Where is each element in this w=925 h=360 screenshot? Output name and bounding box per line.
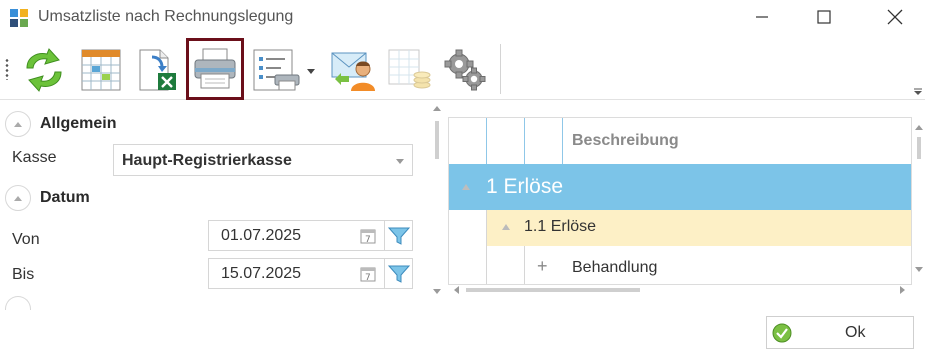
export-excel-button[interactable] (131, 42, 183, 98)
settings-button[interactable] (439, 42, 491, 98)
print-button[interactable] (186, 38, 244, 100)
group-row-level2[interactable]: 1.1 Erlöse (487, 210, 911, 246)
indent-guide (524, 246, 525, 284)
result-grid: Beschreibung 1 Erlöse 1.1 Erlöse + Behan… (448, 117, 912, 285)
grid-horizontal-scrollbar[interactable] (448, 283, 912, 297)
column-header-beschreibung[interactable]: Beschreibung (572, 132, 679, 150)
close-icon (887, 9, 903, 25)
section-date-label: Datum (40, 189, 90, 206)
toolbar (0, 38, 925, 100)
toolbar-grip[interactable] (5, 58, 9, 80)
collapse-next-button[interactable] (5, 296, 31, 310)
checkmark-icon (772, 323, 792, 343)
maximize-icon (817, 10, 831, 24)
toolbar-overflow-icon[interactable] (914, 88, 922, 96)
collapse-general-button[interactable] (5, 111, 31, 137)
maximize-button[interactable] (801, 0, 847, 34)
filter-panel-scrollbar[interactable] (430, 103, 444, 298)
section-general-header[interactable]: Allgemein (0, 109, 116, 139)
grid-header: Beschreibung (449, 118, 911, 164)
refresh-arrows-icon (26, 48, 62, 92)
group-row-level3[interactable]: + Behandlung (487, 246, 911, 284)
email-button[interactable] (327, 42, 379, 98)
von-date-value: 01.07.2025 (221, 227, 302, 244)
kasse-value: Haupt-Registrierkasse (122, 152, 292, 169)
table-coins-button[interactable] (383, 42, 435, 98)
gears-icon (444, 49, 486, 91)
ok-label: Ok (845, 324, 866, 341)
collapse-triangle-icon[interactable] (502, 224, 510, 230)
calendar-icon[interactable]: 7 (360, 228, 376, 244)
kasse-label: Kasse (12, 149, 57, 166)
excel-export-icon (139, 49, 176, 91)
refresh-button[interactable] (18, 42, 70, 98)
minimize-icon (756, 16, 768, 18)
grid-vertical-scrollbar[interactable] (913, 117, 925, 285)
section-general-label: Allgemein (40, 115, 117, 132)
calendar-grid-icon (81, 49, 121, 91)
collapse-date-button[interactable] (5, 185, 31, 211)
chevron-down-icon (396, 159, 404, 164)
ok-button[interactable]: Ok (766, 316, 914, 349)
von-filter-button[interactable] (384, 220, 413, 251)
bis-filter-button[interactable] (384, 258, 413, 289)
von-label: Von (12, 231, 40, 248)
table-coins-icon (388, 49, 431, 89)
printer-icon (194, 48, 236, 89)
title-bar: Umsatzliste nach Rechnungslegung (0, 0, 925, 34)
chevron-up-icon (14, 196, 22, 201)
collapse-triangle-icon[interactable] (462, 184, 470, 190)
email-user-icon (331, 52, 375, 91)
bis-label: Bis (12, 266, 35, 283)
bis-date-value: 15.07.2025 (221, 265, 302, 282)
minimize-button[interactable] (739, 0, 785, 34)
group-row-level2-label: 1.1 Erlöse (524, 218, 597, 235)
svg-text:7: 7 (365, 273, 371, 282)
column-divider (562, 118, 563, 164)
funnel-icon (387, 265, 410, 283)
kasse-select[interactable]: Haupt-Registrierkasse (113, 144, 413, 176)
column-divider (524, 118, 525, 164)
group-row-level3-label: Behandlung (572, 259, 658, 276)
expand-plus-icon[interactable]: + (537, 257, 548, 275)
group-row-level1[interactable]: 1 Erlöse (449, 164, 911, 210)
svg-text:7: 7 (365, 235, 371, 244)
list-printer-icon (253, 49, 315, 91)
calendar-view-button[interactable] (75, 42, 127, 98)
close-button[interactable] (872, 0, 918, 34)
filter-panel: Allgemein Kasse Haupt-Registrierkasse Da… (0, 103, 424, 310)
window-title: Umsatzliste nach Rechnungslegung (38, 8, 294, 25)
bis-date-input[interactable]: 15.07.2025 7 (208, 258, 385, 289)
column-divider (486, 118, 487, 164)
toolbar-separator (500, 44, 501, 94)
von-date-input[interactable]: 01.07.2025 7 (208, 220, 385, 251)
calendar-icon[interactable]: 7 (360, 266, 376, 282)
funnel-icon (387, 227, 410, 245)
app-logo-icon (10, 9, 28, 27)
section-date-header[interactable]: Datum (0, 183, 90, 213)
group-row-level1-label: 1 Erlöse (486, 175, 564, 198)
print-list-button[interactable] (249, 42, 319, 98)
chevron-up-icon (14, 122, 22, 127)
